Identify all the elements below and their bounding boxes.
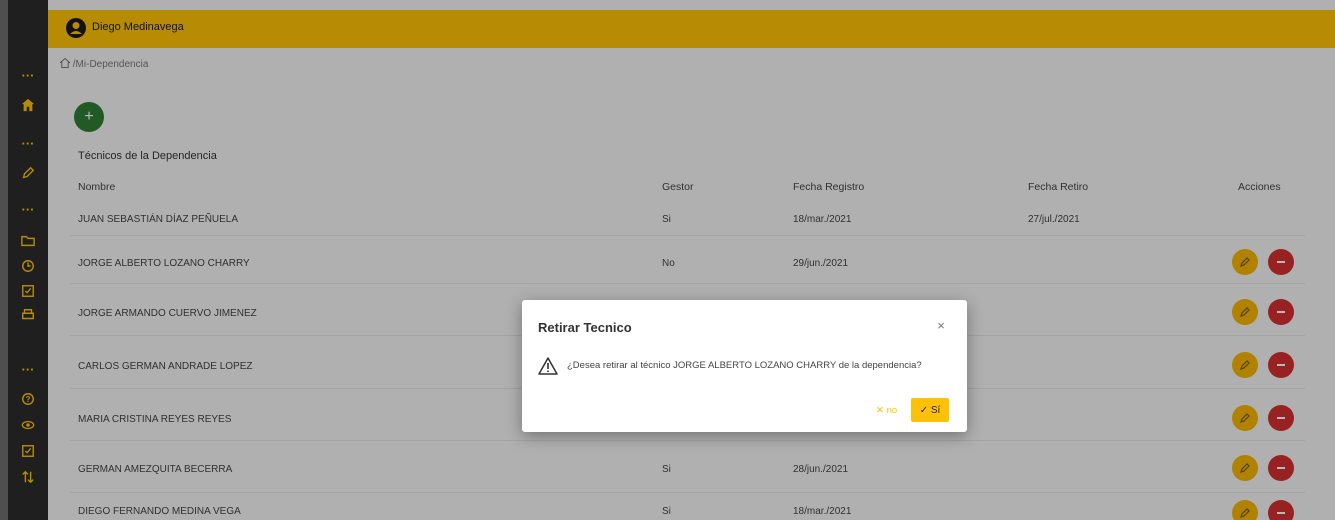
dialog-message: ¿Desea retirar al técnico JORGE ALBERTO …	[567, 360, 922, 371]
confirm-dialog: Retirar Tecnico × ¿Desea retirar al técn…	[522, 300, 967, 432]
confirm-button[interactable]: ✓ Sí	[911, 398, 949, 422]
modal-backdrop[interactable]	[0, 0, 1335, 520]
dialog-title: Retirar Tecnico	[538, 320, 632, 335]
warning-icon	[538, 357, 558, 375]
cancel-button[interactable]: ✕ no	[872, 400, 901, 420]
close-button[interactable]: ×	[933, 318, 949, 334]
